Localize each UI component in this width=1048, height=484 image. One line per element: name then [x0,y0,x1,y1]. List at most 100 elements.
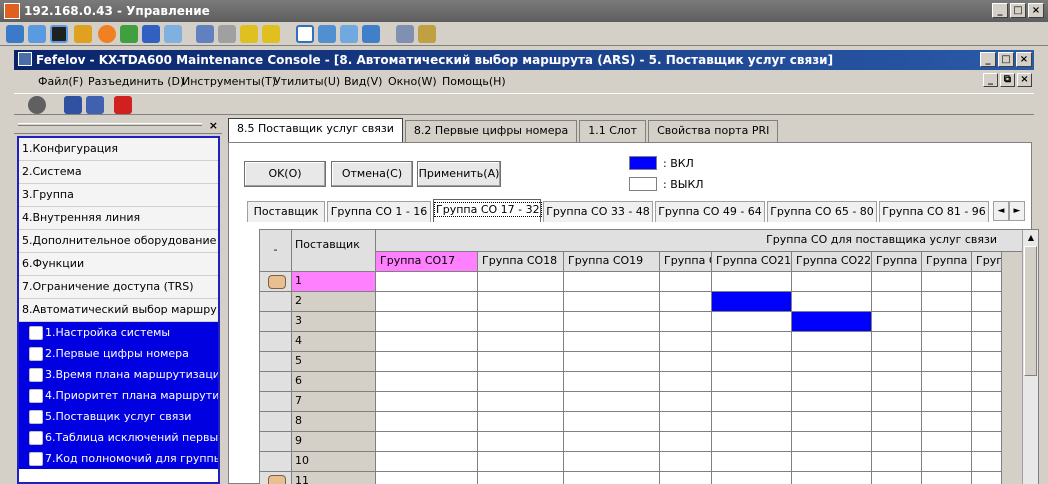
nav-item-configuration[interactable]: 1.Конфигурация [19,138,218,161]
co-toggle-cell[interactable] [922,352,972,372]
power-icon[interactable] [98,25,116,43]
sitemap-icon[interactable] [218,25,236,43]
inner-minimize-button[interactable]: _ [980,52,996,67]
co-toggle-cell[interactable] [792,472,872,484]
tab-co-1-16[interactable]: Группа CO 1 - 16 [327,201,431,222]
phone-icon[interactable] [142,25,160,43]
co-toggle-cell[interactable] [478,412,564,432]
co-toggle-cell[interactable] [478,352,564,372]
screen-icon[interactable] [28,25,46,43]
co-toggle-cell[interactable] [478,332,564,352]
scroll-thumb[interactable] [1024,246,1037,376]
mdi-minimize-button[interactable]: _ [983,73,998,87]
co-toggle-cell[interactable] [376,312,478,332]
co-toggle-cell[interactable] [376,412,478,432]
copy-icon[interactable] [396,25,414,43]
provider-number-cell[interactable]: 2 [292,292,376,312]
provider-number-cell[interactable]: 7 [292,392,376,412]
tab-scroll-left-icon[interactable]: ◄ [993,201,1009,221]
co-toggle-cell[interactable] [712,332,792,352]
co-toggle-cell[interactable] [972,372,1002,392]
co-toggle-cell[interactable] [922,412,972,432]
co-toggle-cell[interactable] [712,472,792,484]
ars-sub-carrier[interactable]: 5.Поставщик услуг связи [19,406,218,427]
tab-carrier[interactable]: 8.5 Поставщик услуг связи [228,118,403,142]
row-header[interactable] [260,332,292,352]
tab-co-33-48[interactable]: Группа CO 33 - 48 [543,201,653,222]
row-header[interactable] [260,412,292,432]
co-toggle-cell[interactable] [712,352,792,372]
provider-number-cell[interactable]: 3 [292,312,376,332]
co-toggle-cell[interactable] [376,452,478,472]
co-toggle-cell[interactable] [922,392,972,412]
connect-icon[interactable] [28,96,46,114]
co-toggle-cell[interactable] [564,312,660,332]
co-toggle-cell[interactable] [564,372,660,392]
co-toggle-cell[interactable] [660,392,712,412]
row-header[interactable] [260,372,292,392]
lock-icon[interactable] [240,25,258,43]
co-toggle-cell[interactable] [478,472,564,484]
co-toggle-cell[interactable] [564,352,660,372]
grid-vertical-scrollbar[interactable]: ▲ [1022,230,1038,484]
co-toggle-cell[interactable] [972,292,1002,312]
co-toggle-cell[interactable] [872,452,922,472]
co-toggle-cell[interactable] [872,392,922,412]
co-toggle-cell[interactable] [712,392,792,412]
nav-item-features[interactable]: 6.Функции [19,253,218,276]
provider-number-cell[interactable]: 6 [292,372,376,392]
co-toggle-cell[interactable] [712,292,792,312]
co-toggle-cell[interactable] [660,312,712,332]
co-toggle-cell[interactable] [922,452,972,472]
ars-sub-routing-priority[interactable]: 4.Приоритет плана маршрутизации [19,385,218,406]
chat-icon[interactable] [164,25,182,43]
menu-tools[interactable]: Инструменты(T) [182,75,276,88]
co-toggle-cell[interactable] [478,392,564,412]
co-toggle-cell[interactable] [712,452,792,472]
co-toggle-cell[interactable] [972,412,1002,432]
nav-item-optional-device[interactable]: 5.Дополнительное оборудование [19,230,218,253]
tools-icon[interactable] [418,25,436,43]
tab-provider[interactable]: Поставщик [247,201,325,222]
co-toggle-cell[interactable] [478,372,564,392]
save-icon[interactable] [64,96,82,114]
panel-close-icon[interactable]: × [209,119,218,132]
co-toggle-cell[interactable] [972,452,1002,472]
co-toggle-cell[interactable] [872,412,922,432]
co-toggle-cell[interactable] [792,332,872,352]
co-toggle-cell[interactable] [922,312,972,332]
co-toggle-cell[interactable] [972,392,1002,412]
provider-number-cell[interactable]: 9 [292,432,376,452]
window-icon[interactable] [296,25,314,43]
row-header[interactable] [260,392,292,412]
upload-icon[interactable] [196,25,214,43]
row-header[interactable] [260,272,292,292]
fullscreen-icon[interactable] [318,25,336,43]
co-toggle-cell[interactable] [712,312,792,332]
nav-item-system[interactable]: 2.Система [19,161,218,184]
inner-maximize-button[interactable]: □ [998,52,1014,67]
co-toggle-cell[interactable] [872,272,922,292]
co-toggle-cell[interactable] [712,272,792,292]
co-toggle-cell[interactable] [922,372,972,392]
co-toggle-cell[interactable] [792,312,872,332]
row-header[interactable] [260,452,292,472]
row-header[interactable] [260,292,292,312]
row-header[interactable] [260,352,292,372]
provider-number-cell[interactable]: 4 [292,332,376,352]
co-toggle-cell[interactable] [660,472,712,484]
panel-grip[interactable] [18,123,202,126]
co-toggle-cell[interactable] [922,432,972,452]
co-toggle-cell[interactable] [922,332,972,352]
apply-button[interactable]: Применить(A) [417,161,501,187]
co-toggle-cell[interactable] [792,392,872,412]
menu-help[interactable]: Помощь(H) [442,75,506,88]
tab-pri-port-properties[interactable]: Свойства порта PRI [648,120,779,142]
nav-item-extension[interactable]: 4.Внутренняя линия [19,207,218,230]
co-toggle-cell[interactable] [478,272,564,292]
co-toggle-cell[interactable] [872,292,922,312]
co-toggle-cell[interactable] [564,292,660,312]
co-toggle-cell[interactable] [872,432,922,452]
menu-utilities[interactable]: Утилиты(U) [274,75,340,88]
co-toggle-cell[interactable] [872,372,922,392]
